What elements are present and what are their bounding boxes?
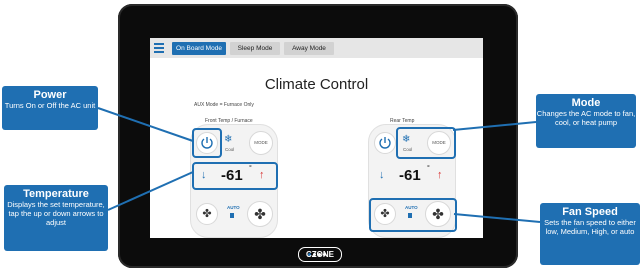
temperature-callout-desc: Displays the set temperature, tap the up… [7, 200, 105, 227]
power-callout-title: Power [33, 89, 67, 101]
power-callout-desc: Turns On or Off the AC unit [4, 101, 96, 110]
mode-callout: Mode Changes the AC mode to fan, cool, o… [536, 94, 636, 148]
temperature-callout: Temperature Displays the set temperature… [4, 185, 108, 251]
mode-callout-desc: Changes the AC mode to fan, cool, or hea… [536, 109, 636, 127]
fan-speed-callout-desc: Sets the fan speed to either low, Medium… [544, 218, 636, 236]
temperature-callout-title: Temperature [23, 188, 89, 200]
fan-speed-callout: Fan Speed Sets the fan speed to either l… [540, 203, 640, 265]
power-callout: Power Turns On or Off the AC unit [2, 86, 98, 130]
fan-speed-callout-title: Fan Speed [562, 206, 618, 218]
mode-callout-title: Mode [571, 97, 601, 109]
